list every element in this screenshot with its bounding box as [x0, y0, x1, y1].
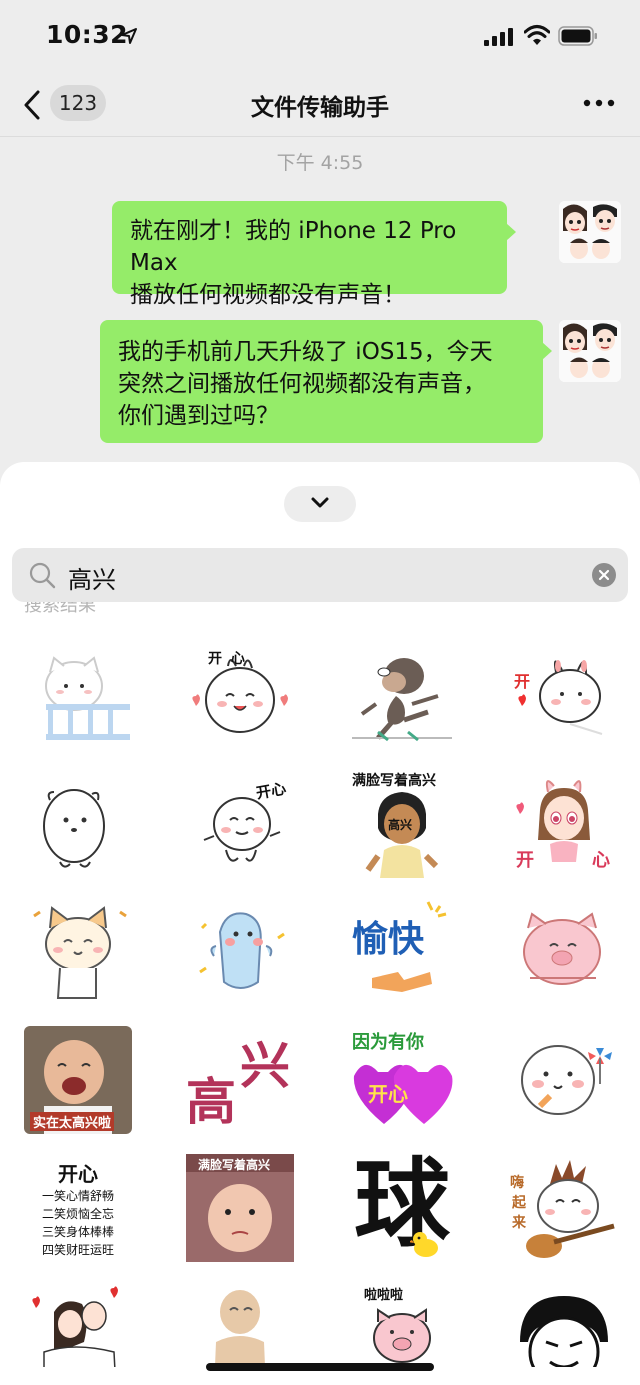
nav-bar: 123 文件传输助手 [0, 72, 640, 137]
avatar-couple-icon [559, 201, 621, 263]
message-text-line: 就在刚才！我的 iPhone 12 Pro Max [130, 218, 457, 276]
sticker-caption: 起 [512, 1195, 526, 1211]
sticker-caption: 满脸写着高兴 [352, 773, 436, 789]
sticker-caption: 一笑心情舒畅 [41, 1188, 114, 1203]
sticker-manlian-gaoxing[interactable]: 满脸写着高兴 高兴 [348, 770, 456, 878]
sticker-caption: 开 [516, 850, 534, 871]
chat-title: 文件传输助手 [251, 95, 389, 121]
sticker-pink-pig[interactable] [510, 898, 618, 1006]
sticker-hug-couple[interactable] [24, 1282, 132, 1367]
sticker-yinwei-youni[interactable]: 因为有你 开心 [348, 1026, 456, 1134]
sticker-pig-lalala[interactable]: 啦啦啦 [348, 1282, 456, 1367]
avatar-couple-icon [559, 320, 621, 382]
collapse-panel-button[interactable] [284, 486, 356, 522]
sticker-caption: 开心 [58, 1161, 98, 1186]
sticker-bald-figure[interactable] [186, 1282, 294, 1367]
message-text-line: 我的手机前几天升级了 iOS15，今天 [118, 339, 493, 365]
sticker-caption: 因为有你 [352, 1032, 424, 1053]
sticker-caption: 来 [512, 1215, 526, 1231]
sticker-dancing-monkey[interactable] [348, 642, 456, 750]
sticker-caption: 高 [186, 1073, 236, 1131]
sticker-kaixin-poem[interactable]: 开心 一笑心情舒畅 二笑烦恼全忘 三笑身体棒棒 四笑财旺运旺 [24, 1154, 132, 1262]
message-text-line: 突然之间播放任何视频都没有声音， [118, 371, 486, 397]
sticker-caption: 心 [592, 850, 610, 871]
sticker-meme-face[interactable] [510, 1282, 618, 1367]
wifi-icon [524, 25, 550, 45]
search-results-label: 搜索结果 [24, 602, 96, 616]
sticker-blue-dino[interactable] [186, 898, 294, 1006]
sticker-bunny-happy[interactable]: 开 心 [186, 642, 294, 750]
more-options-icon[interactable] [582, 98, 616, 108]
status-bar: 10:32 [0, 0, 640, 72]
sticker-bunny-kai[interactable]: 开 [510, 642, 618, 750]
sticker-blob-kaixin[interactable]: 开心 [186, 770, 294, 878]
message-text-line: 播放任何视频都没有声音！ [130, 282, 406, 308]
sticker-caption: 实在太高兴啦 [30, 1112, 115, 1131]
sticker-cat-at-fence[interactable] [24, 642, 132, 750]
sticker-caption: 开心 [368, 1082, 408, 1106]
sticker-caption: 开 [514, 672, 531, 691]
sticker-gaoxing-text[interactable]: 高 兴 [186, 1026, 294, 1134]
sticker-caption: 嗨 [510, 1175, 524, 1191]
avatar[interactable] [559, 201, 621, 263]
sticker-caption: 满脸写着高兴 [198, 1158, 271, 1172]
sticker-search-panel: 高兴 搜索结果 开 心 开 开心 满脸写着高兴 高兴 开 心 愉快 实在太高兴啦… [0, 462, 640, 1385]
search-icon [29, 562, 56, 589]
sticker-search-bar[interactable]: 高兴 [12, 548, 628, 602]
sticker-caption: 开 心 [208, 651, 247, 667]
sticker-bunny-girl[interactable]: 开 心 [510, 770, 618, 878]
message-timestamp: 下午 4:55 [276, 152, 364, 174]
sticker-round-blob[interactable] [24, 770, 132, 878]
sticker-caption: 兴 [240, 1037, 290, 1095]
sticker-caption: 二笑烦恼全忘 [41, 1206, 114, 1221]
sticker-yukuai-handshake[interactable]: 愉快 [348, 898, 456, 1006]
message-bubble[interactable]: 就在刚才！我的 iPhone 12 Pro Max 播放任何视频都没有声音！ [112, 201, 516, 308]
avatar[interactable] [559, 320, 621, 382]
status-time: 10:32 [46, 20, 129, 49]
search-input[interactable]: 高兴 [68, 560, 116, 595]
chevron-down-icon [311, 497, 329, 508]
location-arrow-icon [121, 28, 137, 44]
message-text-line: 你们遇到过吗？ [118, 403, 279, 429]
message-bubble[interactable]: 我的手机前几天升级了 iOS15，今天 突然之间播放任何视频都没有声音， 你们遇… [100, 320, 552, 443]
home-indicator[interactable] [206, 1363, 434, 1371]
sticker-qiu-duck[interactable]: 球 [348, 1150, 456, 1262]
sticker-caption: 啦啦啦 [364, 1288, 404, 1303]
clear-search-icon[interactable] [592, 563, 616, 587]
sticker-manlian-baby[interactable]: 满脸写着高兴 [186, 1154, 294, 1262]
sticker-laughing-baby[interactable]: 实在太高兴啦 [24, 1026, 132, 1134]
sticker-caption: 四笑财旺运旺 [41, 1242, 114, 1257]
sticker-caption: 愉快 [352, 919, 425, 960]
battery-icon [558, 26, 597, 46]
sticker-cream-cat[interactable] [24, 898, 132, 1006]
sticker-white-bear-icecream[interactable] [510, 1026, 618, 1134]
sticker-caption: 三笑身体棒棒 [41, 1224, 114, 1239]
sticker-guitar-boy[interactable]: 嗨 起 来 [510, 1154, 618, 1262]
sticker-caption: 高兴 [388, 818, 413, 832]
cellular-signal-icon [484, 28, 513, 46]
